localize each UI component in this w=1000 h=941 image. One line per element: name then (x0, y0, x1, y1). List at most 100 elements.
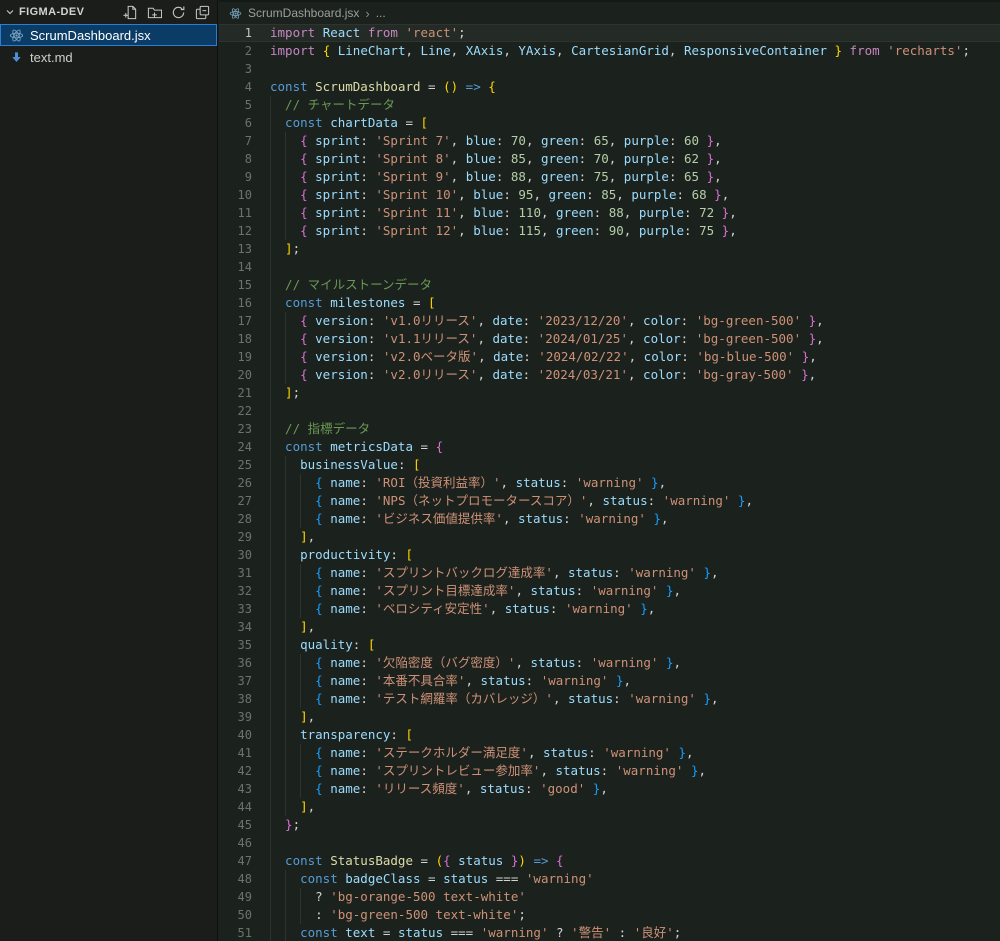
code-line[interactable]: 5// チャートデータ (219, 96, 1000, 114)
indent-guide (270, 528, 285, 546)
code-line[interactable]: 45}; (219, 816, 1000, 834)
breadcrumb[interactable]: ScrumDashboard.jsx › ... (219, 0, 1000, 24)
indent-guide (270, 798, 285, 816)
code-line[interactable]: 35quality: [ (219, 636, 1000, 654)
code-line[interactable]: 16const milestones = [ (219, 294, 1000, 312)
code-line[interactable]: 23// 指標データ (219, 420, 1000, 438)
indent-guide (270, 618, 285, 636)
line-number: 45 (219, 816, 252, 834)
explorer-sidebar: FIGMA-DEV (0, 0, 218, 941)
line-content: { name: 'スプリントレビュー参加率', status: 'warning… (252, 762, 706, 780)
line-number: 22 (219, 402, 252, 420)
code-line[interactable]: 51const text = status === 'warning' ? '警… (219, 924, 1000, 941)
code-line[interactable]: 50: 'bg-green-500 text-white'; (219, 906, 1000, 924)
sidebar-item-scrumdashboard-jsx[interactable]: ScrumDashboard.jsx (0, 24, 217, 46)
collapse-all-icon[interactable] (194, 4, 211, 21)
code-line[interactable]: 21]; (219, 384, 1000, 402)
explorer-section-header[interactable]: FIGMA-DEV (0, 0, 217, 24)
code-line[interactable]: 20{ version: 'v2.0リリース', date: '2024/03/… (219, 366, 1000, 384)
indent-guide (270, 474, 285, 492)
indent-guide (270, 816, 285, 834)
code-line[interactable]: 22 (219, 402, 1000, 420)
indent-guide (285, 924, 300, 941)
code-line[interactable]: 18{ version: 'v1.1リリース', date: '2024/01/… (219, 330, 1000, 348)
indent-guide (285, 780, 300, 798)
line-number: 10 (219, 186, 252, 204)
line-number: 26 (219, 474, 252, 492)
code-line[interactable]: 37{ name: '本番不具合率', status: 'warning' }, (219, 672, 1000, 690)
line-content: ], (252, 618, 315, 636)
code-line[interactable]: 47const StatusBadge = ({ status }) => { (219, 852, 1000, 870)
sidebar-item-text-md[interactable]: text.md (0, 46, 217, 68)
code-line[interactable]: 49? 'bg-orange-500 text-white' (219, 888, 1000, 906)
code-line[interactable]: 13]; (219, 240, 1000, 258)
line-number: 23 (219, 420, 252, 438)
code-line[interactable]: 9{ sprint: 'Sprint 9', blue: 88, green: … (219, 168, 1000, 186)
indent-guide (270, 186, 285, 204)
code-line[interactable]: 44], (219, 798, 1000, 816)
line-number: 32 (219, 582, 252, 600)
code-line[interactable]: 2import { LineChart, Line, XAxis, YAxis,… (219, 42, 1000, 60)
line-content: import { LineChart, Line, XAxis, YAxis, … (252, 42, 970, 60)
new-file-icon[interactable] (122, 4, 139, 21)
breadcrumb-more[interactable]: ... (376, 6, 386, 20)
code-line[interactable]: 46 (219, 834, 1000, 852)
code-line[interactable]: 27{ name: 'NPS（ネットプロモータースコア）', status: '… (219, 492, 1000, 510)
code-line[interactable]: 11{ sprint: 'Sprint 11', blue: 110, gree… (219, 204, 1000, 222)
indent-guide (270, 654, 285, 672)
code-line[interactable]: 6const chartData = [ (219, 114, 1000, 132)
indent-guide (270, 906, 285, 924)
code-line[interactable]: 19{ version: 'v2.0ベータ版', date: '2024/02/… (219, 348, 1000, 366)
code-line[interactable]: 41{ name: 'ステークホルダー満足度', status: 'warnin… (219, 744, 1000, 762)
line-number: 9 (219, 168, 252, 186)
code-line[interactable]: 10{ sprint: 'Sprint 10', blue: 95, green… (219, 186, 1000, 204)
editor-pane: ScrumDashboard.jsx › ... 1import React f… (219, 0, 1000, 941)
code-line[interactable]: 39], (219, 708, 1000, 726)
code-line[interactable]: 26{ name: 'ROI（投資利益率）', status: 'warning… (219, 474, 1000, 492)
code-line[interactable]: 4const ScrumDashboard = () => { (219, 78, 1000, 96)
code-line[interactable]: 25businessValue: [ (219, 456, 1000, 474)
breadcrumb-file[interactable]: ScrumDashboard.jsx (248, 6, 359, 20)
code-line[interactable]: 40transparency: [ (219, 726, 1000, 744)
code-line[interactable]: 28{ name: 'ビジネス価値提供率', status: 'warning'… (219, 510, 1000, 528)
code-editor[interactable]: 1import React from 'react';2import { Lin… (219, 24, 1000, 941)
code-line[interactable]: 42{ name: 'スプリントレビュー参加率', status: 'warni… (219, 762, 1000, 780)
indent-guide (285, 222, 300, 240)
code-line[interactable]: 3 (219, 60, 1000, 78)
code-line[interactable]: 7{ sprint: 'Sprint 7', blue: 70, green: … (219, 132, 1000, 150)
indent-guide (285, 582, 300, 600)
code-line[interactable]: 8{ sprint: 'Sprint 8', blue: 85, green: … (219, 150, 1000, 168)
code-line[interactable]: 43{ name: 'リリース頻度', status: 'good' }, (219, 780, 1000, 798)
refresh-icon[interactable] (170, 4, 187, 21)
line-number: 30 (219, 546, 252, 564)
code-line[interactable]: 34], (219, 618, 1000, 636)
code-line[interactable]: 38{ name: 'テスト網羅率（カバレッジ）', status: 'warn… (219, 690, 1000, 708)
code-line[interactable]: 33{ name: 'ベロシティ安定性', status: 'warning' … (219, 600, 1000, 618)
code-line[interactable]: 30productivity: [ (219, 546, 1000, 564)
line-number: 47 (219, 852, 252, 870)
line-content: ]; (252, 240, 300, 258)
code-line[interactable]: 48const badgeClass = status === 'warning… (219, 870, 1000, 888)
line-content: { sprint: 'Sprint 12', blue: 115, green:… (252, 222, 737, 240)
line-content: { version: 'v1.1リリース', date: '2024/01/25… (252, 330, 824, 348)
indent-guide (285, 762, 300, 780)
code-line[interactable]: 36{ name: '欠陥密度（バグ密度）', status: 'warning… (219, 654, 1000, 672)
line-content: { sprint: 'Sprint 11', blue: 110, green:… (252, 204, 737, 222)
code-line[interactable]: 29], (219, 528, 1000, 546)
code-line[interactable]: 17{ version: 'v1.0リリース', date: '2023/12/… (219, 312, 1000, 330)
file-name: ScrumDashboard.jsx (30, 28, 151, 43)
code-line[interactable]: 31{ name: 'スプリントバックログ達成率', status: 'warn… (219, 564, 1000, 582)
code-line[interactable]: 32{ name: 'スプリント目標達成率', status: 'warning… (219, 582, 1000, 600)
new-folder-icon[interactable] (146, 4, 163, 21)
line-content (252, 60, 270, 78)
code-line[interactable]: 1import React from 'react'; (219, 24, 1000, 42)
indent-guide (300, 654, 315, 672)
line-content: const metricsData = { (252, 438, 443, 456)
code-line[interactable]: 15// マイルストーンデータ (219, 276, 1000, 294)
code-line[interactable]: 24const metricsData = { (219, 438, 1000, 456)
line-number: 5 (219, 96, 252, 114)
breadcrumb-separator-icon: › (365, 6, 369, 21)
line-number: 8 (219, 150, 252, 168)
code-line[interactable]: 14 (219, 258, 1000, 276)
code-line[interactable]: 12{ sprint: 'Sprint 12', blue: 115, gree… (219, 222, 1000, 240)
